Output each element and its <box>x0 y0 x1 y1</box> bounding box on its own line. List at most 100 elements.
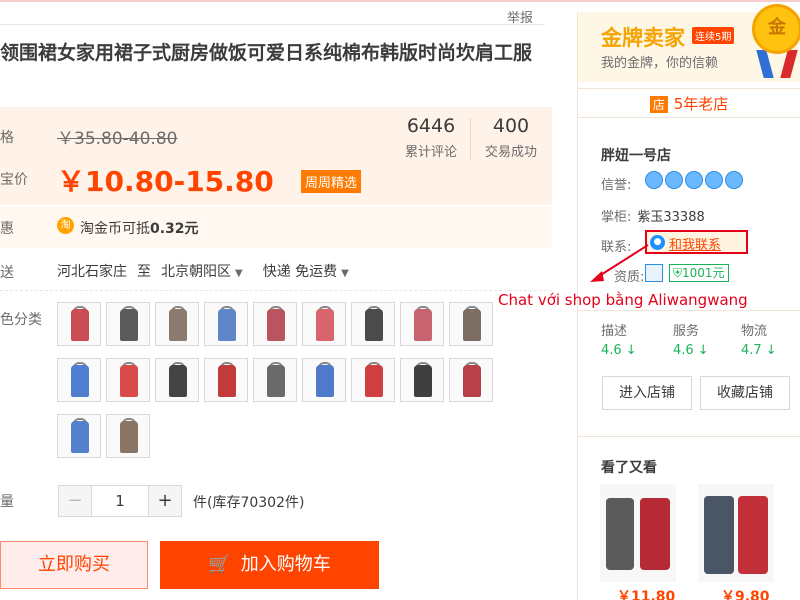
section-divider <box>578 436 800 437</box>
color-swatch[interactable] <box>351 358 395 402</box>
ship-to-select[interactable]: 北京朝阳区 ▼ <box>161 264 253 280</box>
color-swatch[interactable] <box>155 302 199 346</box>
id-card-icon[interactable] <box>645 264 663 282</box>
title-divider <box>0 24 545 25</box>
apron-thumbnail <box>414 365 432 397</box>
apron-thumbnail <box>267 309 285 341</box>
original-price: ￥35.80-40.80 <box>57 129 178 149</box>
reviews-caption: 累计评论 <box>404 145 457 160</box>
coin-amount: 0.32元 <box>150 221 199 237</box>
favorite-shop-button[interactable]: 收藏店铺 <box>700 376 790 410</box>
apron-thumbnail <box>414 309 432 341</box>
contact-label: 联系: <box>601 240 632 255</box>
color-swatch[interactable] <box>253 358 297 402</box>
color-swatch[interactable] <box>155 358 199 402</box>
apron-thumbnail <box>218 365 236 397</box>
apron-thumbnail <box>316 309 334 341</box>
cart-icon: 🛒 <box>208 554 231 575</box>
score-value: 4.6 ↓ <box>601 343 637 358</box>
qualification-label: 资质: <box>614 270 645 285</box>
shipping-label: 送 <box>0 265 14 281</box>
score-value: 4.7 ↓ <box>741 343 777 358</box>
gold-streak-badge: 连续5期 <box>692 27 735 44</box>
quantity-input[interactable]: 1 <box>91 486 149 516</box>
promo-tag-badge[interactable]: 周周精选 <box>301 170 362 193</box>
apron-thumbnail <box>120 421 138 453</box>
keeper-name[interactable]: 紫玉33388 <box>637 210 704 225</box>
color-swatch[interactable] <box>449 302 493 346</box>
also-viewed-heading: 看了又看 <box>601 460 657 476</box>
quantity-increase-button[interactable]: + <box>149 486 181 516</box>
color-swatch[interactable] <box>106 414 150 458</box>
crown-icon <box>705 171 723 189</box>
color-swatch[interactable] <box>400 358 444 402</box>
color-swatch[interactable] <box>302 358 346 402</box>
ship-method-value: 快递 免运费 <box>262 264 338 280</box>
color-swatch[interactable] <box>302 302 346 346</box>
crown-icon <box>665 171 683 189</box>
apron-thumbnail <box>169 365 187 397</box>
top-accent-line <box>0 0 800 2</box>
apron-thumbnail <box>365 365 383 397</box>
enter-shop-button[interactable]: 进入店铺 <box>602 376 692 410</box>
product-title: 领围裙女家用裙子式厨房做饭可爱日系纯棉布韩版时尚坎肩工服 <box>0 42 533 64</box>
score-logistics: 物流 4.7 ↓ <box>741 320 800 358</box>
apron-thumbnail <box>71 365 89 397</box>
keeper-row: 掌柜: 紫玉33388 <box>601 206 705 225</box>
section-divider <box>0 290 552 291</box>
apron-thumbnail <box>120 309 138 341</box>
color-category-label: 色分类 <box>0 312 42 328</box>
deposit-badge[interactable]: ⛨1001元 <box>669 264 729 282</box>
contact-seller-button[interactable]: ● 和我联系 <box>645 230 748 254</box>
shipping-row: 河北石家庄至北京朝阳区 ▼ 快递 免运费 ▼ <box>57 261 369 281</box>
apron-thumbnail <box>71 421 89 453</box>
stat-reviews[interactable]: 6446 累计评论 <box>396 115 466 160</box>
reviews-count: 6446 <box>406 115 456 137</box>
deposit-amount: 1001元 <box>682 266 725 280</box>
color-swatch[interactable] <box>204 358 248 402</box>
color-swatch[interactable] <box>106 302 150 346</box>
credit-label: 信誉: <box>601 178 632 193</box>
color-swatch[interactable] <box>449 358 493 402</box>
ship-method-select[interactable]: 快递 免运费 ▼ <box>263 264 359 280</box>
color-swatch[interactable] <box>400 302 444 346</box>
stat-divider <box>470 118 471 160</box>
qualification-icons: ⛨1001元 <box>645 264 729 282</box>
color-swatch[interactable] <box>204 302 248 346</box>
apron-thumbnail <box>463 309 481 341</box>
keeper-label: 掌柜: <box>601 210 632 225</box>
gold-seller-subtitle: 我的金牌，你的信赖 <box>601 56 719 71</box>
color-swatch[interactable] <box>57 358 101 402</box>
stat-transactions[interactable]: 400 交易成功 <box>476 115 546 160</box>
buy-now-button[interactable]: 立即购买 <box>0 541 148 589</box>
apron-thumbnail <box>218 309 236 341</box>
score-name: 描述 <box>601 324 628 339</box>
ship-from: 河北石家庄 <box>57 264 127 280</box>
credit-crowns[interactable] <box>645 171 743 189</box>
score-service: 服务 4.6 ↓ <box>673 320 733 358</box>
ship-to-value: 北京朝阳区 <box>161 264 231 280</box>
apron-thumbnail <box>316 365 334 397</box>
shop-name-link[interactable]: 胖妞一号店 <box>601 145 671 165</box>
recommended-product-image[interactable] <box>600 484 676 582</box>
discount-label: 惠 <box>0 221 14 237</box>
recommended-product-image[interactable] <box>698 484 774 582</box>
quantity-stepper: − 1 + <box>58 485 182 517</box>
aliwangwang-icon: ● <box>650 235 665 250</box>
color-swatch[interactable] <box>57 414 101 458</box>
gold-seller-title: 金牌卖家 <box>601 26 685 50</box>
shield-icon: ⛨ <box>673 266 683 280</box>
color-swatch[interactable] <box>351 302 395 346</box>
crown-icon <box>725 171 743 189</box>
add-to-cart-button[interactable]: 🛒 加入购物车 <box>160 541 379 589</box>
apron-thumbnail <box>71 309 89 341</box>
crown-icon <box>645 171 663 189</box>
color-swatch[interactable] <box>253 302 297 346</box>
quantity-decrease-button[interactable]: − <box>59 486 91 516</box>
promo-price: ￥10.80-15.80 <box>57 165 274 198</box>
color-swatch[interactable] <box>57 302 101 346</box>
coin-text-prefix: 淘金币可抵 <box>80 221 150 237</box>
score-value: 4.6 ↓ <box>673 343 709 358</box>
crown-icon <box>685 171 703 189</box>
color-swatch[interactable] <box>106 358 150 402</box>
